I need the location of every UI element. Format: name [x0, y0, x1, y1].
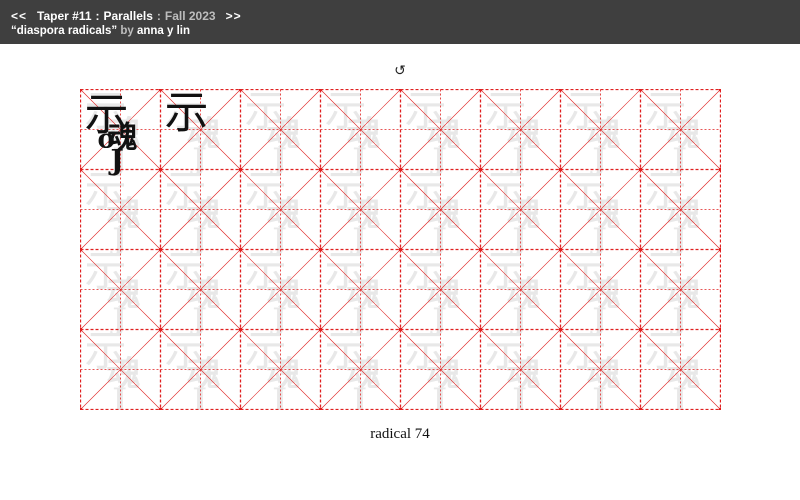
grid-node [638, 247, 643, 252]
grid-node [318, 327, 323, 332]
grid-node [238, 247, 243, 252]
work-title: “diaspora radicals” [11, 25, 118, 37]
grid-node [398, 247, 403, 252]
season-label: Fall 2023 [164, 9, 216, 23]
separator: : [156, 9, 161, 23]
work-credit: “diaspora radicals” by anna y lin [11, 25, 190, 39]
ghost-mark: J [190, 383, 207, 411]
grid-node [478, 327, 483, 332]
grid-node [158, 247, 163, 252]
reload-icon[interactable]: ↺ [391, 62, 409, 80]
top-bar: << Taper #11 : Parallels : Fall 2023 >> … [0, 0, 800, 44]
ghost-mark: J [510, 383, 527, 411]
grid-node [238, 327, 243, 332]
grid-node [478, 167, 483, 172]
grid-node [638, 167, 643, 172]
ghost-mark: J [670, 383, 687, 411]
ghost-mark: J [430, 383, 447, 411]
written-radical: 示 [165, 89, 209, 139]
prev-button[interactable]: << [11, 9, 27, 23]
ghost-mark: J [590, 383, 607, 411]
radical-caption: radical 74 [370, 426, 430, 442]
grid-node [398, 327, 403, 332]
grid-node [238, 167, 243, 172]
ghost-mark: J [350, 383, 367, 411]
series-name: Taper #11 [37, 9, 92, 23]
grid-node [558, 327, 563, 332]
grid-node [158, 327, 163, 332]
author-name: anna y lin [136, 25, 190, 37]
grid-node [318, 247, 323, 252]
ghost-mark: J [110, 383, 127, 411]
next-button[interactable]: >> [226, 9, 242, 23]
by-label: by [120, 25, 134, 37]
practice-grid-canvas: 示魂J示魂J示魂J示魂J示魂J示魂J示魂J示魂J示魂J示魂J示魂J示魂J示魂J示… [80, 89, 721, 410]
grid-node [158, 167, 163, 172]
separator: : [95, 9, 100, 23]
grid-node [398, 167, 403, 172]
grid-node [638, 327, 643, 332]
issue-nav: << Taper #11 : Parallels : Fall 2023 >> [11, 8, 242, 24]
grid-node [318, 167, 323, 172]
grid-node [478, 247, 483, 252]
issue-name: Parallels [103, 9, 153, 23]
practice-grid: 示魂J示魂J示魂J示魂J示魂J示魂J示魂J示魂J示魂J示魂J示魂J示魂J示魂J示… [80, 89, 721, 410]
grid-node [558, 167, 563, 172]
ghost-mark: J [270, 383, 287, 411]
grid-node [558, 247, 563, 252]
written-mark: J [108, 144, 124, 177]
